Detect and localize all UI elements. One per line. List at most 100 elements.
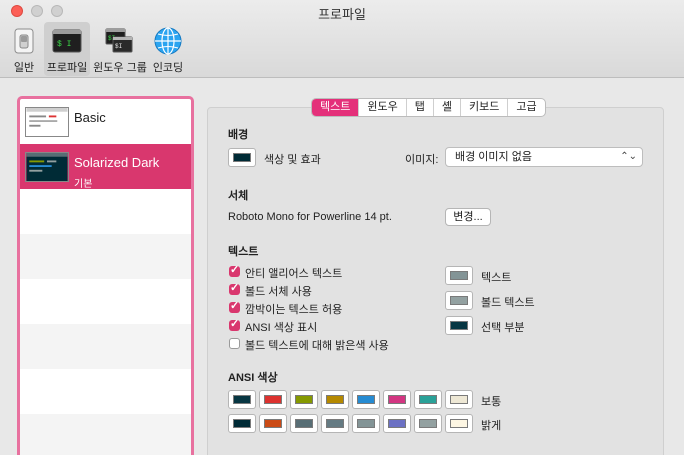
ansi-color-label: ANSI 색상 표시 [245,322,318,334]
ansi-bright-label: 밝게 [481,420,502,432]
font-heading: 서체 [228,190,249,202]
chevron-updown-icon: ⌃⌄ [620,151,637,162]
ansi-bright-color-fill [357,419,375,428]
toolbar-label-profiles: 프로파일 [46,62,88,74]
antialias-label: 안티 앨리어스 텍스트 [245,268,343,280]
text-color-button[interactable] [445,266,473,285]
profile-list[interactable]: Basic Solarized Dark 기본 [17,96,194,455]
bold-font-label: 볼드 서체 사용 [245,286,312,298]
ansi-color-checkbox[interactable] [229,317,240,331]
blink-text-checkbox[interactable] [229,299,240,313]
window-title: 프로파일 [318,7,366,22]
empty-list-row [20,234,191,279]
bold-text-color-label: 볼드 텍스트 [481,297,535,309]
tab-advanced[interactable]: 고급 [508,99,544,116]
ansi-normal-color-swatch-6[interactable] [414,390,442,409]
text-color-label: 텍스트 [481,272,512,284]
profile-default-badge: 기본 [74,179,93,190]
color-effects-label: 색상 및 효과 [264,154,321,166]
empty-list-row [20,414,191,455]
tab-keyboard[interactable]: 키보드 [461,99,509,116]
toolbar-item-general[interactable]: 일반 [6,22,42,76]
antialias-checkbox[interactable] [229,263,240,277]
ansi-bright-color-swatch-6[interactable] [414,414,442,433]
switch-icon [14,28,34,54]
ansi-bright-color-swatch-1[interactable] [259,414,287,433]
settings-tabs: 텍스트 윈도우 탭 셸 키보드 고급 [311,98,546,117]
ansi-bright-color-fill [264,419,282,428]
ansi-bright-color-fill [450,419,468,428]
profile-thumbnail-solarized-icon [25,152,69,182]
ansi-bright-color-fill [295,419,313,428]
bright-bold-label: 볼드 텍스트에 대해 밝은색 사용 [245,340,389,352]
globe-icon [154,27,182,55]
window-group-icon: $I $I [105,28,133,53]
empty-list-row [20,324,191,369]
ansi-bright-color-swatch-5[interactable] [383,414,411,433]
ansi-bright-color-swatch-0[interactable] [228,414,256,433]
ansi-normal-color-swatch-0[interactable] [228,390,256,409]
tab-window[interactable]: 윈도우 [359,99,407,116]
toolbar-item-window-groups[interactable]: $I $I 윈도우 그룹 [92,22,148,76]
ansi-normal-color-fill [326,395,344,404]
ansi-normal-color-fill [419,395,437,404]
svg-text:$ I: $ I [57,40,71,49]
ansi-normal-color-swatch-1[interactable] [259,390,287,409]
ansi-bright-color-fill [388,419,406,428]
text-heading: 텍스트 [228,246,259,258]
profile-name: Solarized Dark [74,155,160,170]
ansi-normal-color-swatch-5[interactable] [383,390,411,409]
toolbar-label-general: 일반 [13,62,35,74]
selection-color-button[interactable] [445,316,473,335]
blink-text-label: 깜박이는 텍스트 허용 [245,304,343,316]
background-image-value: 배경 이미지 없음 [455,151,532,163]
ansi-bright-color-swatch-7[interactable] [445,414,473,433]
text-color-fill [450,271,468,280]
selection-color-fill [450,321,468,330]
toolbar-label-window-groups: 윈도우 그룹 [93,62,147,74]
ansi-bright-color-swatch-2[interactable] [290,414,318,433]
background-image-select[interactable]: 배경 이미지 없음 ⌃⌄ [445,147,643,167]
ansi-bright-color-swatch-4[interactable] [352,414,380,433]
svg-text:$I: $I [115,43,122,50]
ansi-bright-color-fill [326,419,344,428]
ansi-normal-color-swatch-3[interactable] [321,390,349,409]
ansi-normal-color-fill [388,395,406,404]
ansi-normal-color-swatch-4[interactable] [352,390,380,409]
ansi-normal-color-fill [295,395,313,404]
ansi-bright-color-swatch-3[interactable] [321,414,349,433]
tab-shell[interactable]: 셸 [434,99,461,116]
background-color-fill [233,153,251,162]
toolbar-item-profiles[interactable]: $ I 프로파일 [44,22,90,76]
bold-text-color-fill [450,296,468,305]
profile-row-basic[interactable]: Basic [20,99,191,144]
ansi-normal-color-fill [233,395,251,404]
ansi-normal-color-fill [264,395,282,404]
tab-tab[interactable]: 탭 [407,99,434,116]
bright-bold-checkbox[interactable] [229,338,240,349]
background-heading: 배경 [228,129,249,141]
window-titlebar: 프로파일 일반 $ I 프로파일 $I $I 윈도우 그룹 인코딩 [0,0,684,78]
ansi-normal-color-swatch-7[interactable] [445,390,473,409]
ansi-normal-color-fill [450,395,468,404]
background-color-button[interactable] [228,148,256,167]
ansi-normal-label: 보통 [481,396,502,408]
toolbar-label-encodings: 인코딩 [152,62,184,74]
selection-color-label: 선택 부분 [481,322,525,334]
terminal-profile-icon: $ I [52,29,82,53]
font-name: Roboto Mono for Powerline 14 pt. [228,211,392,223]
toolbar-item-encodings[interactable]: 인코딩 [150,22,186,76]
ansi-colors-heading: ANSI 색상 [228,372,278,384]
ansi-normal-color-fill [357,395,375,404]
ansi-bright-color-fill [233,419,251,428]
ansi-normal-color-swatch-2[interactable] [290,390,318,409]
image-label: 이미지: [405,154,439,166]
profile-row-solarized-dark[interactable]: Solarized Dark 기본 [20,144,191,190]
bold-font-checkbox[interactable] [229,281,240,295]
profile-name: Basic [74,110,106,125]
ansi-bright-color-fill [419,419,437,428]
bold-text-color-button[interactable] [445,291,473,310]
profile-thumbnail-basic-icon [25,107,69,137]
tab-text[interactable]: 텍스트 [312,99,360,116]
change-font-button[interactable]: 변경... [445,208,491,226]
